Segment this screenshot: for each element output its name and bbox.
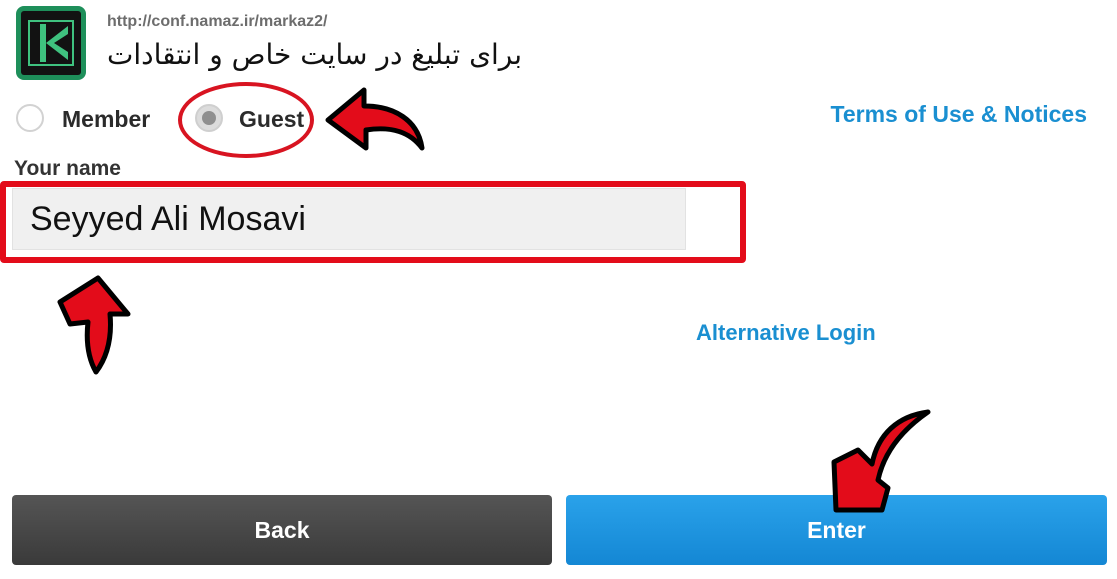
connect-glyph-icon bbox=[28, 20, 74, 66]
name-label: Your name bbox=[14, 157, 121, 180]
app-logo-icon bbox=[16, 6, 86, 80]
site-url: http://conf.namaz.ir/markaz2/ bbox=[107, 13, 328, 30]
alternative-login-link[interactable]: Alternative Login bbox=[696, 320, 876, 346]
guest-highlight-oval bbox=[178, 82, 314, 158]
member-label[interactable]: Member bbox=[62, 106, 150, 133]
logo-mark bbox=[21, 11, 81, 75]
terms-link[interactable]: Terms of Use & Notices bbox=[831, 101, 1087, 128]
page-title: برای تبلیغ در سایت خاص و انتقادات bbox=[107, 38, 523, 71]
back-button[interactable]: Back bbox=[12, 495, 552, 565]
arrow-icon bbox=[325, 87, 425, 151]
arrow-icon bbox=[831, 409, 931, 513]
name-input[interactable] bbox=[12, 188, 686, 250]
member-radio[interactable] bbox=[16, 104, 44, 132]
arrow-icon bbox=[57, 275, 131, 375]
